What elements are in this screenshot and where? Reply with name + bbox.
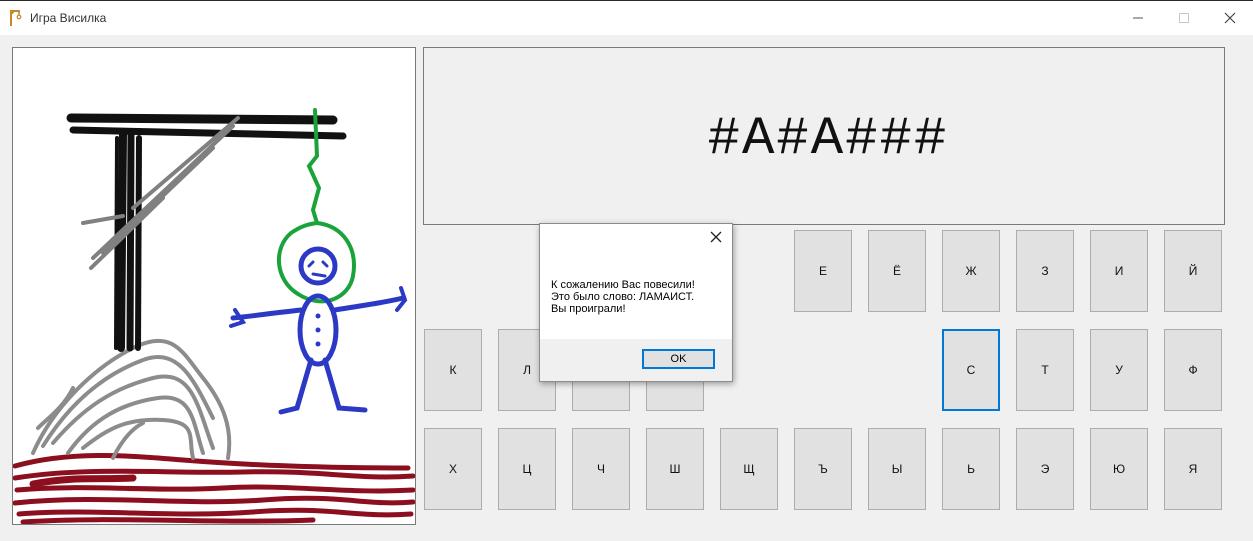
letter-key[interactable]: Е bbox=[794, 230, 852, 312]
dialog-line-3: Вы проиграли! bbox=[551, 303, 626, 315]
dialog-line-2: Это было слово: ЛАМАИСТ. bbox=[551, 291, 695, 303]
letter-key[interactable]: Ф bbox=[1164, 329, 1222, 411]
brace-scribble bbox=[81, 116, 240, 270]
word-display-panel: #A#A### bbox=[423, 47, 1225, 225]
title-bar: Игра Висилка bbox=[0, 0, 1253, 35]
hangman-drawing-canvas bbox=[12, 47, 416, 525]
letter-key[interactable]: Ь bbox=[942, 428, 1000, 510]
figure-buttons bbox=[315, 313, 321, 347]
letter-key-focused[interactable]: С bbox=[942, 329, 1000, 411]
letter-key[interactable]: Ё bbox=[868, 230, 926, 312]
close-button[interactable] bbox=[1207, 1, 1253, 35]
letter-key[interactable]: Ж bbox=[942, 230, 1000, 312]
dialog-line-1: К сожалению Вас повесили! bbox=[551, 279, 695, 291]
letter-key[interactable]: З bbox=[1016, 230, 1074, 312]
letter-key[interactable]: Щ bbox=[720, 428, 778, 510]
minimize-button[interactable] bbox=[1115, 1, 1161, 35]
letter-key[interactable]: Э bbox=[1016, 428, 1074, 510]
letter-key[interactable]: Ш bbox=[646, 428, 704, 510]
letter-key[interactable]: Й bbox=[1164, 230, 1222, 312]
close-icon bbox=[710, 231, 722, 243]
letter-key[interactable]: Т bbox=[1016, 329, 1074, 411]
mound-scribble bbox=[31, 338, 232, 460]
masked-word: #A#A### bbox=[707, 108, 949, 170]
letter-key[interactable]: Ю bbox=[1090, 428, 1148, 510]
letter-key[interactable]: Ы bbox=[868, 428, 926, 510]
window-title: Игра Висилка bbox=[30, 11, 107, 25]
game-over-dialog: К сожалению Вас повесили! Это было слово… bbox=[539, 223, 733, 382]
letter-key[interactable]: К bbox=[424, 329, 482, 411]
letter-key[interactable]: У bbox=[1090, 329, 1148, 411]
minimize-icon bbox=[1133, 17, 1143, 19]
letter-key[interactable]: Ц bbox=[498, 428, 556, 510]
letter-key[interactable]: И bbox=[1090, 230, 1148, 312]
ok-button[interactable]: OK bbox=[642, 349, 715, 369]
dialog-message: К сожалению Вас повесили! Это было слово… bbox=[551, 279, 695, 315]
maximize-button[interactable] bbox=[1161, 1, 1207, 35]
letter-key[interactable]: Я bbox=[1164, 428, 1222, 510]
dialog-footer: OK bbox=[540, 339, 732, 381]
maximize-icon bbox=[1179, 13, 1189, 23]
letter-key[interactable]: Ъ bbox=[794, 428, 852, 510]
letter-key[interactable]: Х bbox=[424, 428, 482, 510]
gallows-app-icon bbox=[10, 10, 22, 26]
ground-scribble bbox=[13, 453, 415, 524]
dialog-close-button[interactable] bbox=[708, 230, 724, 246]
letter-key[interactable]: Ч bbox=[572, 428, 630, 510]
hangman-drawing bbox=[13, 108, 415, 524]
close-icon bbox=[1224, 12, 1236, 24]
